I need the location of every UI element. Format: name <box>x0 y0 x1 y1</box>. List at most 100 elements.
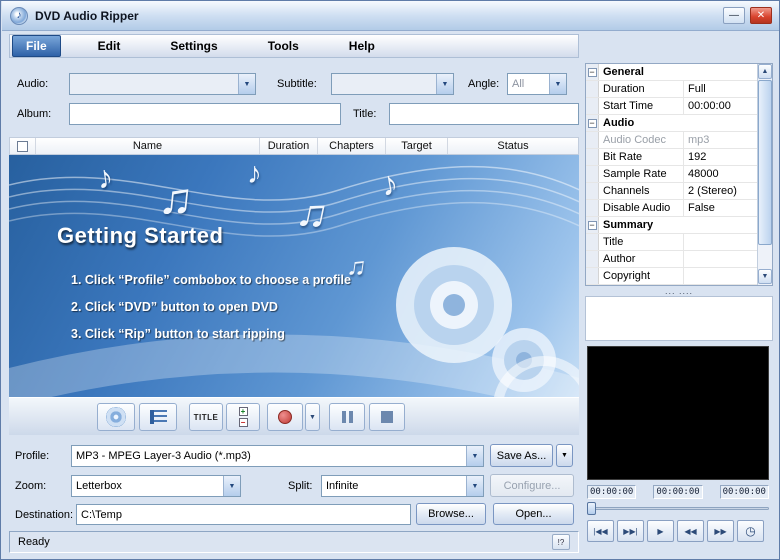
previous-chapter-button[interactable]: |◀◀ <box>587 520 614 542</box>
property-value[interactable]: 192 <box>684 149 757 165</box>
property-row-disable-audio[interactable]: Disable Audio False <box>586 200 757 217</box>
menu-settings[interactable]: Settings <box>157 36 230 56</box>
scrollbar-thumb[interactable] <box>758 80 772 245</box>
plus-icon: + <box>239 407 248 416</box>
property-grid: − General Duration Full Start Time 00:00… <box>585 63 773 286</box>
select-all-checkbox[interactable] <box>17 141 28 152</box>
close-button[interactable]: ✕ <box>750 7 772 24</box>
chevron-down-icon[interactable]: ▼ <box>238 74 255 94</box>
audio-combobox[interactable]: ▼ <box>69 73 256 95</box>
column-status[interactable]: Status <box>448 138 578 154</box>
collapse-icon[interactable]: − <box>588 119 597 128</box>
column-chapters[interactable]: Chapters <box>318 138 386 154</box>
profile-combobox[interactable]: MP3 - MPEG Layer-3 Audio (*.mp3) ▼ <box>71 445 484 467</box>
scroll-down-icon[interactable]: ▼ <box>758 269 772 284</box>
configure-button[interactable]: Configure... <box>490 474 574 497</box>
property-name: Author <box>599 251 684 267</box>
property-value[interactable]: 00:00:00 <box>684 98 757 114</box>
play-button[interactable]: ▶ <box>647 520 674 542</box>
next-chapter-button[interactable]: ▶▶| <box>617 520 644 542</box>
property-row-channels[interactable]: Channels 2 (Stereo) <box>586 183 757 200</box>
chevron-down-icon[interactable]: ▼ <box>223 476 240 496</box>
angle-combobox[interactable]: All ▼ <box>507 73 567 95</box>
seek-bar[interactable] <box>587 502 769 515</box>
seek-thumb[interactable] <box>587 502 596 515</box>
property-value[interactable]: 48000 <box>684 166 757 182</box>
title-input[interactable] <box>389 103 579 125</box>
property-value[interactable] <box>684 234 757 250</box>
rip-button[interactable] <box>267 403 303 431</box>
browse-button[interactable]: Browse... <box>416 503 486 525</box>
status-help-button[interactable]: !? <box>552 534 570 550</box>
property-row-duration[interactable]: Duration Full <box>586 81 757 98</box>
property-row-copyright[interactable]: Copyright <box>586 268 757 285</box>
profile-label: Profile: <box>15 450 49 462</box>
subtitle-combobox[interactable]: ▼ <box>331 73 454 95</box>
property-name: Disable Audio <box>599 200 684 216</box>
property-value[interactable]: 2 (Stereo) <box>684 183 757 199</box>
property-row-audio-codec: Audio Codec mp3 <box>586 132 757 149</box>
column-duration[interactable]: Duration <box>260 138 318 154</box>
open-dvd-button[interactable] <box>97 403 135 431</box>
menu-edit[interactable]: Edit <box>85 36 134 56</box>
panel-splitter[interactable]: ... .... <box>585 286 773 296</box>
destination-input[interactable] <box>76 504 411 525</box>
menubar: File Edit Settings Tools Help <box>9 34 579 58</box>
property-value[interactable]: Full <box>684 81 757 97</box>
minimize-button[interactable]: — <box>723 7 745 24</box>
rewind-button[interactable]: ◀◀ <box>677 520 704 542</box>
rip-options-dropdown[interactable]: ▼ <box>305 403 320 431</box>
select-all-cell[interactable] <box>10 138 36 154</box>
scroll-up-icon[interactable]: ▲ <box>758 64 772 79</box>
property-row-sample-rate[interactable]: Sample Rate 48000 <box>586 166 757 183</box>
property-section-general[interactable]: − General <box>586 64 757 81</box>
zoom-combobox[interactable]: Letterbox ▼ <box>71 475 241 497</box>
property-section-summary[interactable]: − Summary <box>586 217 757 234</box>
pause-icon <box>342 411 353 423</box>
status-bar: Ready !? <box>9 531 579 553</box>
browse-files-button[interactable] <box>139 403 177 431</box>
property-name: Title <box>599 234 684 250</box>
pause-button[interactable] <box>329 403 365 431</box>
property-value[interactable]: False <box>684 200 757 216</box>
property-row-bit-rate[interactable]: Bit Rate 192 <box>586 149 757 166</box>
property-row-start-time[interactable]: Start Time 00:00:00 <box>586 98 757 115</box>
split-combobox[interactable]: Infinite ▼ <box>321 475 484 497</box>
clock-button[interactable]: ◷ <box>737 520 764 542</box>
seek-track[interactable] <box>587 507 769 510</box>
getting-started-banner: ♪ ♫ ♪ ♫ ♪ ♫ Getting Started 1. Click “Pr… <box>9 155 579 397</box>
collapse-icon[interactable]: − <box>588 68 597 77</box>
forward-button[interactable]: ▶▶ <box>707 520 734 542</box>
chevron-down-icon[interactable]: ▼ <box>549 74 566 94</box>
album-input[interactable] <box>69 103 341 125</box>
property-value[interactable] <box>684 251 757 267</box>
menu-tools[interactable]: Tools <box>255 36 312 56</box>
menu-help[interactable]: Help <box>336 36 388 56</box>
property-value: mp3 <box>684 132 757 148</box>
property-row-title[interactable]: Title <box>586 234 757 251</box>
title-mode-button[interactable]: TITLE <box>189 403 223 431</box>
property-section-audio[interactable]: − Audio <box>586 115 757 132</box>
section-label: General <box>599 64 757 80</box>
chevron-down-icon[interactable]: ▼ <box>466 446 483 466</box>
stop-button[interactable] <box>369 403 405 431</box>
open-button[interactable]: Open... <box>493 503 574 525</box>
property-grid-scrollbar[interactable]: ▲ ▼ <box>757 64 772 285</box>
property-value[interactable] <box>684 268 757 284</box>
column-name[interactable]: Name <box>36 138 260 154</box>
app-icon-note: ♪ <box>17 10 22 21</box>
angle-label: Angle: <box>468 78 499 90</box>
column-target[interactable]: Target <box>386 138 448 154</box>
property-row-author[interactable]: Author <box>586 251 757 268</box>
save-as-dropdown-button[interactable]: ▼ <box>556 444 573 467</box>
save-as-button[interactable]: Save As... <box>490 444 553 467</box>
title-button-label: TITLE <box>194 413 219 422</box>
section-label: Summary <box>599 217 757 233</box>
collapse-icon[interactable]: − <box>588 221 597 230</box>
chevron-down-icon[interactable]: ▼ <box>466 476 483 496</box>
select-tracks-button[interactable]: + − <box>226 403 260 431</box>
chevron-down-icon[interactable]: ▼ <box>436 74 453 94</box>
file-list-icon <box>150 410 167 424</box>
menu-file[interactable]: File <box>12 35 61 57</box>
video-preview <box>587 346 769 480</box>
